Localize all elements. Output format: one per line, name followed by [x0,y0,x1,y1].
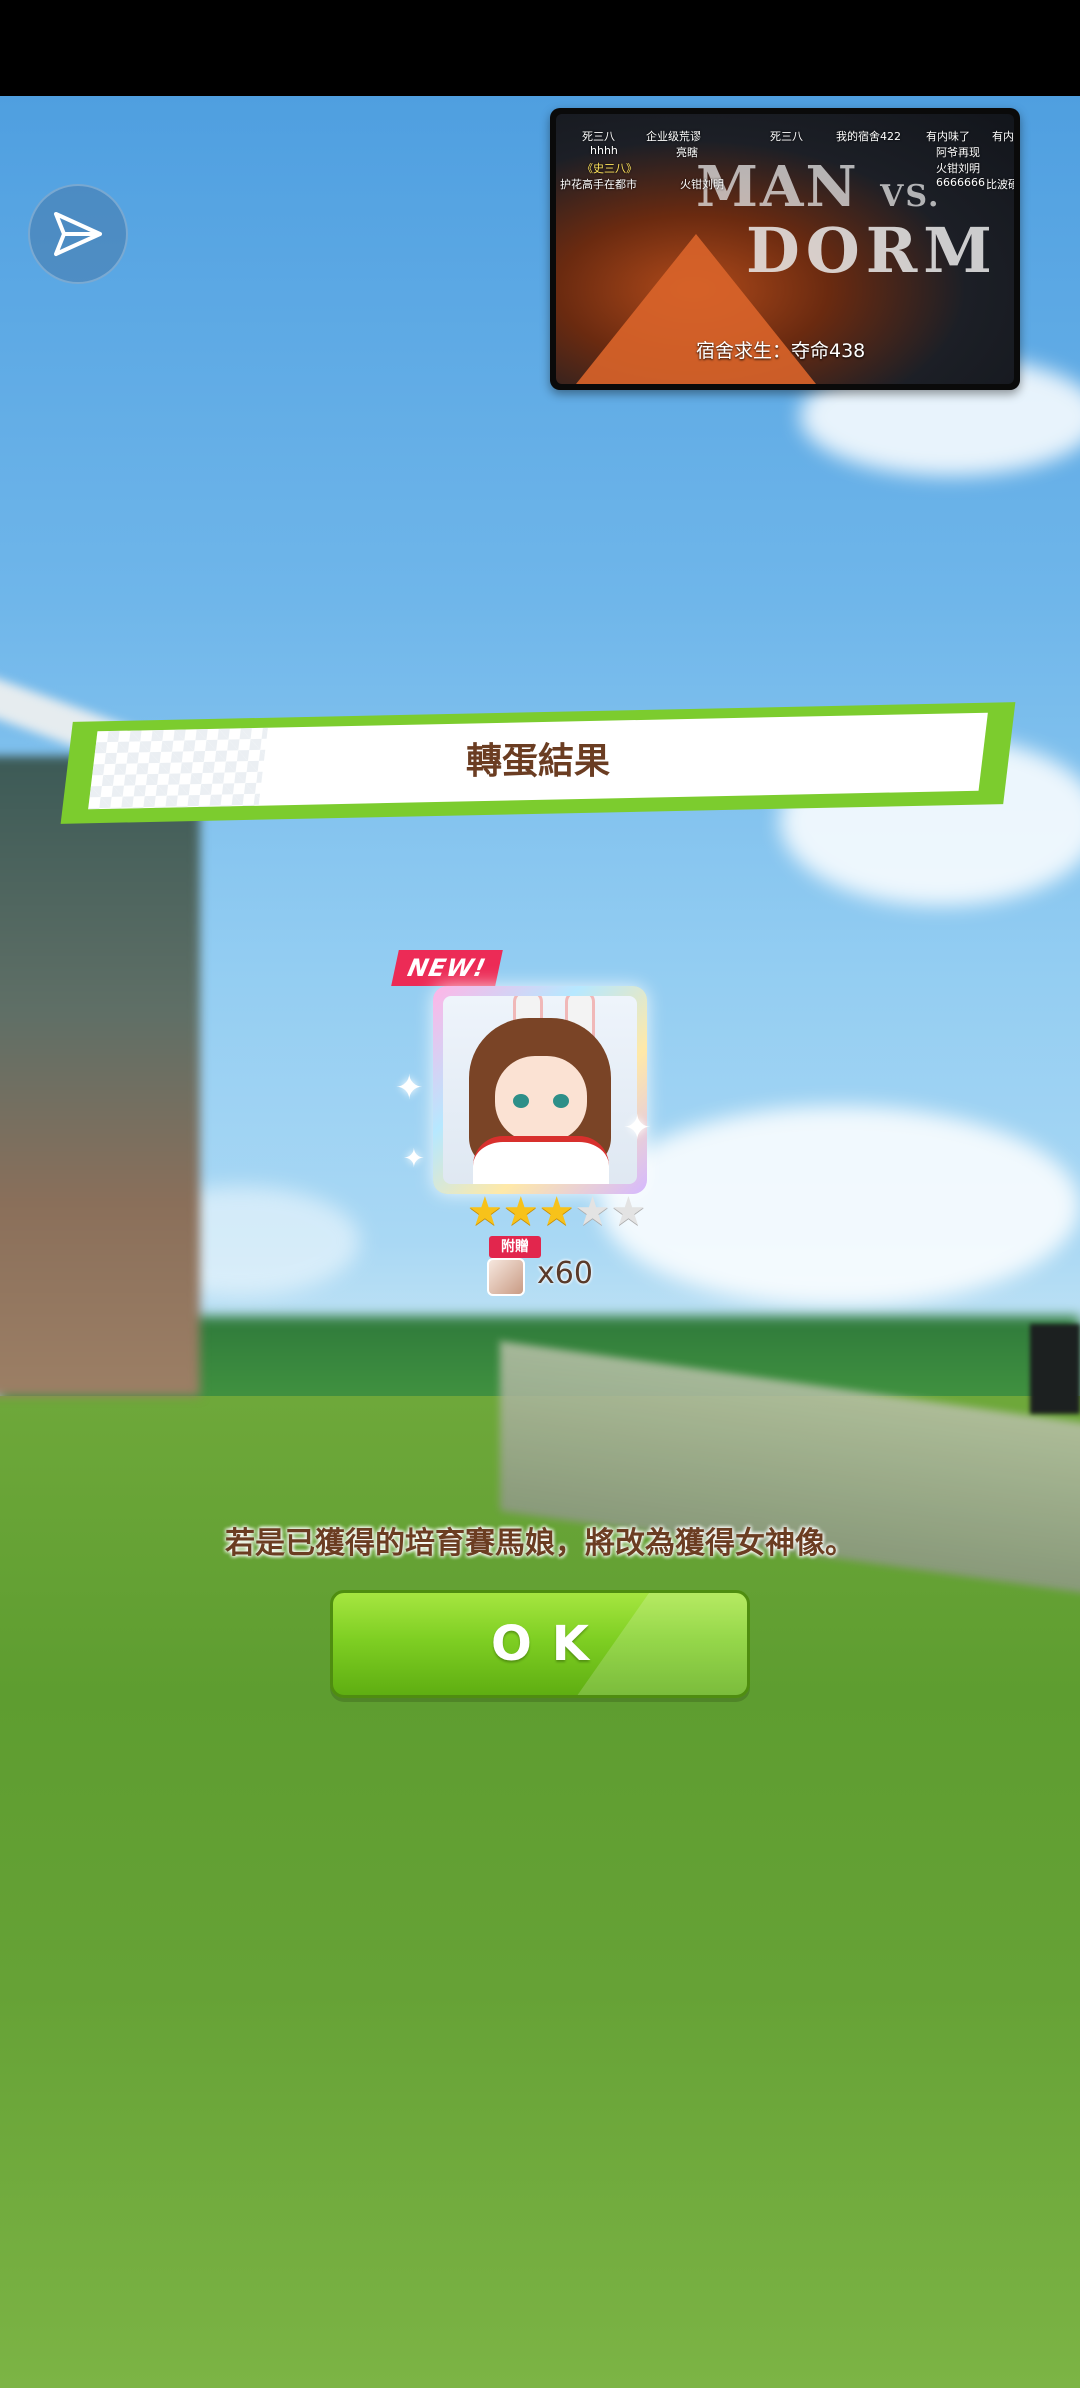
danmaku-comment: 比波硬 [986,178,1014,191]
danmaku-comment: 《史三八》 [582,162,637,175]
grandstand [0,665,260,1616]
star-icon: ★ [538,1189,575,1235]
danmaku-comment: 阿爷再现 [936,146,980,159]
danmaku-comment: 亮瞎 [676,146,698,159]
danmaku-comment: 企业级荒谬 [646,130,701,143]
bonus-quantity: x60 [537,1256,593,1291]
goddess-statue-icon [487,1258,525,1296]
character-eye [513,1094,529,1108]
pip-video-window[interactable]: MAN VS. DORM 宿舍求生：夺命438 死三八 企业级荒谬 死三八 我的… [550,108,1020,390]
video-caption: 宿舍求生：夺命438 [696,340,866,362]
bonus-tag: 附贈 [489,1236,541,1258]
banner-title: 轉蛋結果 [465,741,610,782]
status-bar [0,0,1080,96]
sparkle-icon: ✦ [395,1068,424,1108]
video-logo-line2: DORM [746,214,998,287]
danmaku-comment: 火钳刘明 [936,162,980,175]
danmaku-comment: 火钳刘明 [680,178,724,191]
ok-button-label: OK [491,1616,609,1672]
character-portrait [443,996,637,1184]
rarity-stars: ★ ★ ★ ★ ★ [467,1192,646,1232]
result-banner: 轉蛋結果 [60,702,1016,824]
danmaku-comment: 6666666 [936,176,985,189]
star-icon: ★ [467,1189,503,1235]
star-empty-icon: ★ [574,1189,611,1235]
star-empty-icon: ★ [610,1189,647,1235]
video-frame: MAN VS. DORM 宿舍求生：夺命438 死三八 企业级荒谬 死三八 我的… [556,114,1014,384]
danmaku-comment: 护花高手在都市 [560,178,637,191]
share-button[interactable] [28,184,128,284]
character-card[interactable] [433,986,647,1194]
sparkle-icon: ✦ [403,1144,425,1174]
video-logo-line1: MAN VS. [696,154,941,220]
send-icon [54,212,102,256]
danmaku-comment: 有内味了 [926,130,970,143]
star-icon: ★ [502,1189,539,1235]
ok-button[interactable]: OK [330,1590,750,1698]
gacha-result-item[interactable]: NEW! ✦ ✦ ✦ ★ ★ ★ ★ ★ 附贈 x60 [391,948,685,1308]
character-outfit [473,1136,609,1184]
track-sign [1030,1324,1080,1414]
danmaku-comment: 我的宿舍422 [836,130,901,143]
character-face [495,1056,587,1142]
sparkle-icon: ✦ [623,1108,652,1148]
new-badge: NEW! [391,950,503,986]
duplicate-notice: 若是已獲得的培育賽馬娘，將改為獲得女神像。 [225,1526,855,1561]
danmaku-comment: 死三八 [582,130,615,143]
danmaku-comment: 死三八 [770,130,803,143]
danmaku-comment: 有内 [992,130,1014,143]
danmaku-comment: hhhh [590,144,618,157]
character-eye [553,1094,569,1108]
